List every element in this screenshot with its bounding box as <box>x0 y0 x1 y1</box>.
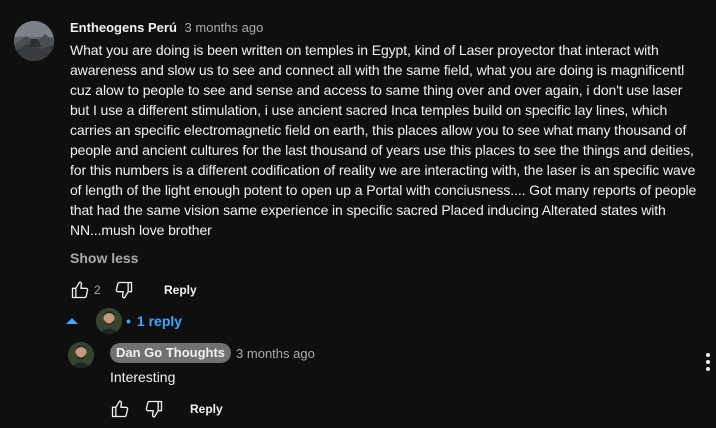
reply-button[interactable]: Reply <box>164 283 197 297</box>
reply-like-button[interactable] <box>106 395 134 423</box>
like-button[interactable] <box>66 276 94 304</box>
comment-text: What you are doing is been written on te… <box>70 42 697 238</box>
comment-author-name[interactable]: Entheogens Perú <box>70 20 177 35</box>
kebab-dot <box>706 367 710 371</box>
thumbs-down-icon <box>145 400 163 418</box>
comment-body: Entheogens Perú 3 months ago What you ar… <box>70 18 702 306</box>
avatar-image <box>14 21 54 61</box>
kebab-dot <box>706 353 710 357</box>
reply-author-chip[interactable]: Dan Go Thoughts <box>110 343 232 363</box>
reply-reply-button[interactable]: Reply <box>190 402 223 416</box>
comment-author-avatar[interactable] <box>14 21 54 61</box>
reply-author-avatar-preview <box>96 308 122 334</box>
separator-dot: • <box>126 313 131 329</box>
like-count: 2 <box>94 283 101 297</box>
reply-text: Interesting <box>110 369 176 385</box>
show-less-button[interactable]: Show less <box>70 248 702 268</box>
comment-header: Entheogens Perú 3 months ago <box>70 18 702 38</box>
reply-actions: Reply <box>106 393 670 425</box>
reply-author-avatar[interactable] <box>68 342 94 368</box>
comment-timestamp[interactable]: 3 months ago <box>185 20 264 35</box>
caret-up-icon <box>62 311 82 331</box>
replies-count-label[interactable]: 1 reply <box>137 313 182 329</box>
reply-body: Dan Go Thoughts 3 months ago Interesting… <box>110 343 670 425</box>
replies-toggle[interactable]: • 1 reply <box>62 306 182 336</box>
reply-timestamp[interactable]: 3 months ago <box>236 346 315 361</box>
dislike-button[interactable] <box>110 276 138 304</box>
thumbs-up-icon <box>71 281 89 299</box>
reply-dislike-button[interactable] <box>140 395 168 423</box>
kebab-dot <box>706 360 710 364</box>
thumbs-down-icon <box>115 281 133 299</box>
thumbs-up-icon <box>111 400 129 418</box>
comment-actions: 2 Reply <box>66 274 702 306</box>
reply-header: Dan Go Thoughts 3 months ago <box>110 343 670 363</box>
more-vert-icon[interactable] <box>700 350 716 374</box>
